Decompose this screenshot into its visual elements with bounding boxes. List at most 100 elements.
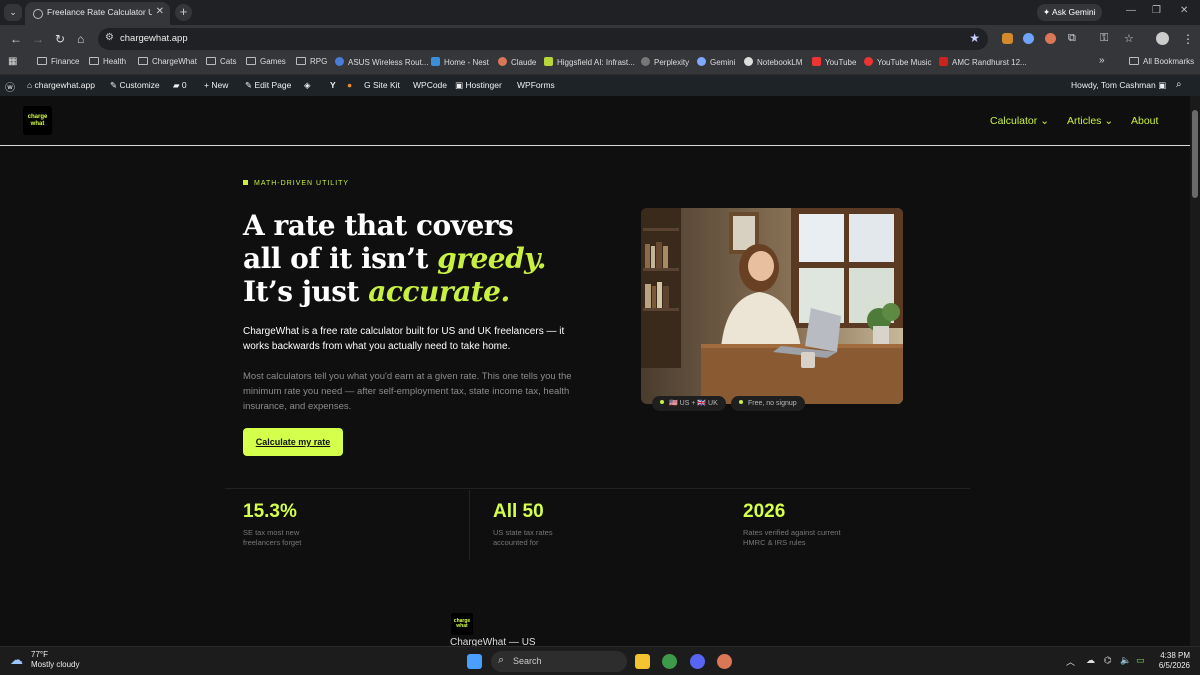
bookmark-health[interactable]: Health [89, 57, 126, 66]
footer-logo[interactable]: charge what [451, 613, 473, 635]
bookmark-chargewhat[interactable]: ChargeWhat [138, 57, 197, 66]
stat-value: 2026 [743, 501, 786, 522]
discord-icon[interactable] [690, 654, 705, 669]
bookmark-label: All Bookmarks [1143, 57, 1195, 66]
headline-line: It’s just [243, 275, 369, 308]
admin-customize[interactable]: ✎ Customize [110, 80, 160, 91]
menu-kebab-icon[interactable]: ⋮ [1182, 32, 1194, 46]
extension-icon[interactable] [1023, 33, 1034, 44]
weather-icon[interactable]: ☁ [10, 652, 23, 668]
close-window-icon[interactable]: ✕ [1180, 5, 1188, 16]
reload-icon[interactable]: ↻ [55, 32, 65, 46]
yoast-icon[interactable]: Y [330, 80, 336, 90]
volume-icon[interactable]: 🔈 [1120, 655, 1131, 666]
bookmark-gemini[interactable]: Gemini [697, 57, 735, 67]
weather-widget[interactable]: 77°F Mostly cloudy [31, 650, 79, 670]
chevron-down-icon: ⌄ [1104, 115, 1114, 127]
bookmark-asus[interactable]: ASUS Wireless Rout... [335, 57, 428, 67]
admin-edit-page[interactable]: ✎ Edit Page [245, 80, 291, 91]
extension-icon[interactable] [1002, 33, 1013, 44]
bookmark-label: Finance [51, 57, 80, 66]
new-tab-button[interactable]: + [175, 4, 192, 21]
admin-site-kit[interactable]: G Site Kit [364, 80, 400, 90]
headline-line: A rate that covers [243, 209, 514, 242]
stat-value: 15.3% [243, 501, 297, 522]
cloud-sync-icon[interactable]: ☁ [1086, 655, 1095, 666]
file-explorer-icon[interactable] [635, 654, 650, 669]
nav-label: About [1131, 115, 1159, 127]
site-info-icon[interactable]: ⚙ [105, 32, 114, 43]
site-logo[interactable]: charge what [23, 106, 52, 135]
hostinger-label: Hostinger [465, 80, 502, 90]
password-key-icon[interactable]: ⚿ [1100, 32, 1108, 45]
bookmarks-star-icon[interactable]: ☆ [1124, 32, 1134, 45]
bookmark-rpg[interactable]: RPG [296, 57, 327, 66]
admin-wpforms[interactable]: WPForms [517, 80, 555, 90]
stat-column-divider [469, 490, 470, 560]
claude-extension-icon[interactable] [1045, 33, 1056, 44]
bookmark-notebooklm[interactable]: NotebookLM [744, 57, 802, 67]
admin-comments[interactable]: ▰ 0 [173, 80, 187, 91]
nav-calculator[interactable]: Calculator ⌄ [990, 115, 1049, 127]
calculate-rate-button[interactable]: Calculate my rate [243, 428, 343, 456]
back-icon[interactable]: ← [10, 32, 22, 46]
profile-avatar[interactable] [1156, 32, 1169, 45]
active-tab[interactable]: Freelance Rate Calculator US (2 ✕ [25, 2, 170, 25]
admin-wpcode[interactable]: WPCode [413, 80, 447, 90]
search-icon[interactable]: ⌕ [1176, 79, 1182, 90]
nav-articles[interactable]: Articles ⌄ [1067, 115, 1113, 127]
ask-gemini-button[interactable]: ✦ Ask Gemini [1037, 4, 1102, 21]
forward-icon[interactable]: → [32, 32, 44, 46]
start-windows-icon[interactable] [467, 654, 482, 669]
bookmark-cats[interactable]: Cats [206, 57, 236, 66]
scrollbar-thumb[interactable] [1192, 110, 1198, 198]
admin-account[interactable]: Howdy, Tom Cashman ▣ [1071, 80, 1166, 91]
apps-grid-icon[interactable]: ▦ [8, 56, 17, 67]
bookmark-finance[interactable]: Finance [37, 57, 79, 66]
taskbar-search[interactable]: ⌕ Search [491, 651, 627, 672]
admin-hostinger[interactable]: ▣ Hostinger [455, 80, 502, 91]
minimize-icon[interactable]: — [1126, 5, 1136, 16]
address-bar[interactable]: ⚙ chargewhat.app ★ [98, 28, 988, 50]
nav-about[interactable]: About [1131, 115, 1158, 127]
bookmark-higgsfield[interactable]: Higgsfield AI: Infrast... [544, 57, 635, 67]
youtube-icon [812, 57, 821, 66]
new-label: New [211, 80, 229, 90]
claude-app-icon[interactable] [717, 654, 732, 669]
bookmark-games[interactable]: Games [246, 57, 286, 66]
page-scrollbar[interactable] [1190, 96, 1200, 646]
wordpress-icon[interactable]: ⓦ [5, 79, 15, 94]
bookmark-perplexity[interactable]: Perplexity [641, 57, 689, 67]
chrome-icon[interactable] [662, 654, 677, 669]
all-bookmarks[interactable]: All Bookmarks [1129, 57, 1194, 66]
more-bookmarks-icon[interactable]: » [1099, 55, 1105, 66]
close-tab-icon[interactable]: ✕ [156, 6, 164, 17]
home-icon[interactable]: ⌂ [77, 32, 84, 46]
admin-site-label: chargewhat.app [34, 80, 96, 90]
tray-overflow-icon[interactable]: ︿ [1066, 655, 1075, 668]
system-clock[interactable]: 4:38 PM 6/5/2026 [1150, 651, 1190, 671]
restore-icon[interactable]: ❐ [1152, 5, 1161, 16]
bookmark-claude[interactable]: Claude [498, 57, 536, 67]
admin-site-link[interactable]: ⌂ chargewhat.app [27, 80, 95, 90]
extensions-puzzle-icon[interactable]: ⧉ [1068, 32, 1076, 45]
bookmark-nest[interactable]: Home - Nest [431, 57, 489, 67]
square-bullet-icon [243, 180, 248, 185]
bookmark-youtube[interactable]: YouTube [812, 57, 856, 67]
browser-toolbar: ← → ↻ ⌂ ⚙ chargewhat.app ★ ⧉ ⚿ ☆ ⋮ [0, 25, 1200, 53]
battery-icon[interactable]: ▭ [1136, 655, 1145, 666]
stat-label: Rates verified against current HMRC & IR… [743, 528, 841, 547]
search-placeholder: Search [513, 656, 542, 666]
bookmark-youtube-music[interactable]: YouTube Music [864, 57, 932, 67]
diamond-icon[interactable]: ◈ [304, 80, 311, 91]
browser-tab-strip: ⌄ Freelance Rate Calculator US (2 ✕ + ✦ … [0, 0, 1200, 25]
admin-new[interactable]: + New [204, 80, 228, 90]
bookmark-amc[interactable]: AMC Randhurst 12... [939, 57, 1027, 67]
network-icon[interactable]: ⌬ [1104, 655, 1112, 666]
hero-lead: ChargeWhat is a free rate calculator bui… [243, 326, 565, 352]
wpcode-label: WPCode [413, 80, 448, 90]
clock-date: 6/5/2026 [1158, 661, 1190, 670]
nav-label: Calculator [990, 115, 1038, 127]
tab-search-button[interactable]: ⌄ [4, 4, 22, 21]
bookmark-star-icon[interactable]: ★ [969, 31, 980, 45]
